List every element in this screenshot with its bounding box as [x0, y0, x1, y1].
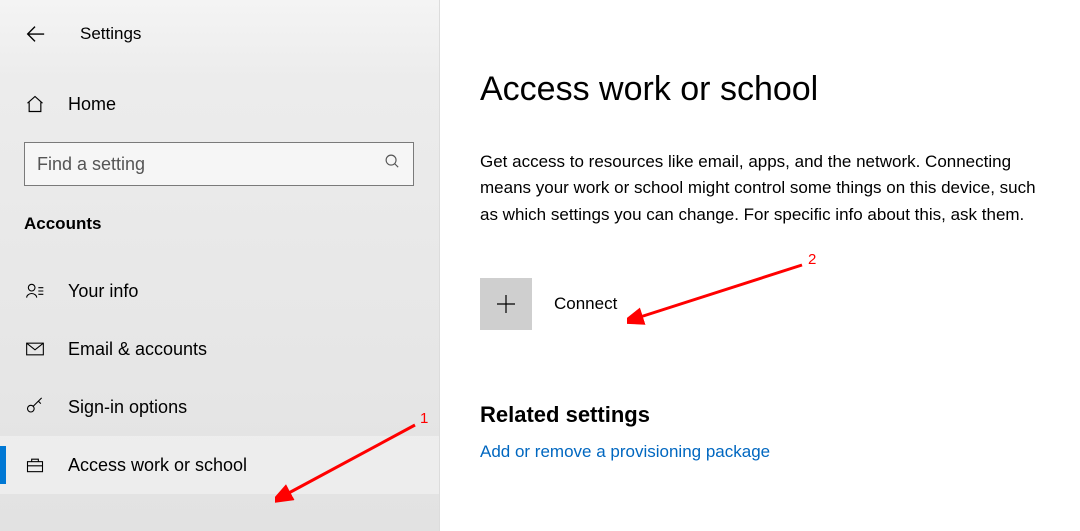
settings-sidebar: Settings Home Accounts Your info Email & — [0, 0, 440, 531]
provisioning-link[interactable]: Add or remove a provisioning package — [480, 442, 1052, 462]
page-title: Access work or school — [480, 70, 1052, 109]
email-icon — [24, 338, 46, 360]
search-input[interactable] — [37, 154, 346, 175]
nav-item-signin[interactable]: Sign-in options — [0, 378, 439, 436]
plus-icon — [480, 278, 532, 330]
key-icon — [24, 396, 46, 418]
connect-button[interactable]: Connect — [480, 278, 617, 330]
back-icon[interactable] — [24, 23, 46, 45]
main-pane: Access work or school Get access to reso… — [440, 0, 1080, 531]
home-nav[interactable]: Home — [0, 84, 439, 124]
nav-item-access-work-school[interactable]: Access work or school — [0, 436, 439, 494]
search-row — [24, 142, 413, 186]
annotation-label-2: 2 — [808, 251, 816, 268]
related-settings-heading: Related settings — [480, 402, 1052, 428]
category-heading: Accounts — [0, 214, 439, 234]
search-icon — [384, 153, 401, 175]
nav-label: Access work or school — [68, 455, 247, 476]
app-title: Settings — [80, 24, 141, 44]
home-icon — [24, 93, 46, 115]
nav-label: Email & accounts — [68, 339, 207, 360]
header-row: Settings — [0, 0, 439, 50]
briefcase-icon — [24, 454, 46, 476]
nav-item-email[interactable]: Email & accounts — [0, 320, 439, 378]
page-description: Get access to resources like email, apps… — [480, 149, 1052, 228]
connect-label: Connect — [554, 294, 617, 314]
search-box[interactable] — [24, 142, 414, 186]
nav-label: Your info — [68, 281, 138, 302]
nav-label: Sign-in options — [68, 397, 187, 418]
nav-list: Your info Email & accounts Sign-in optio… — [0, 262, 439, 494]
nav-item-your-info[interactable]: Your info — [0, 262, 439, 320]
annotation-label-1: 1 — [420, 410, 428, 427]
your-info-icon — [24, 280, 46, 302]
home-label: Home — [68, 94, 116, 115]
